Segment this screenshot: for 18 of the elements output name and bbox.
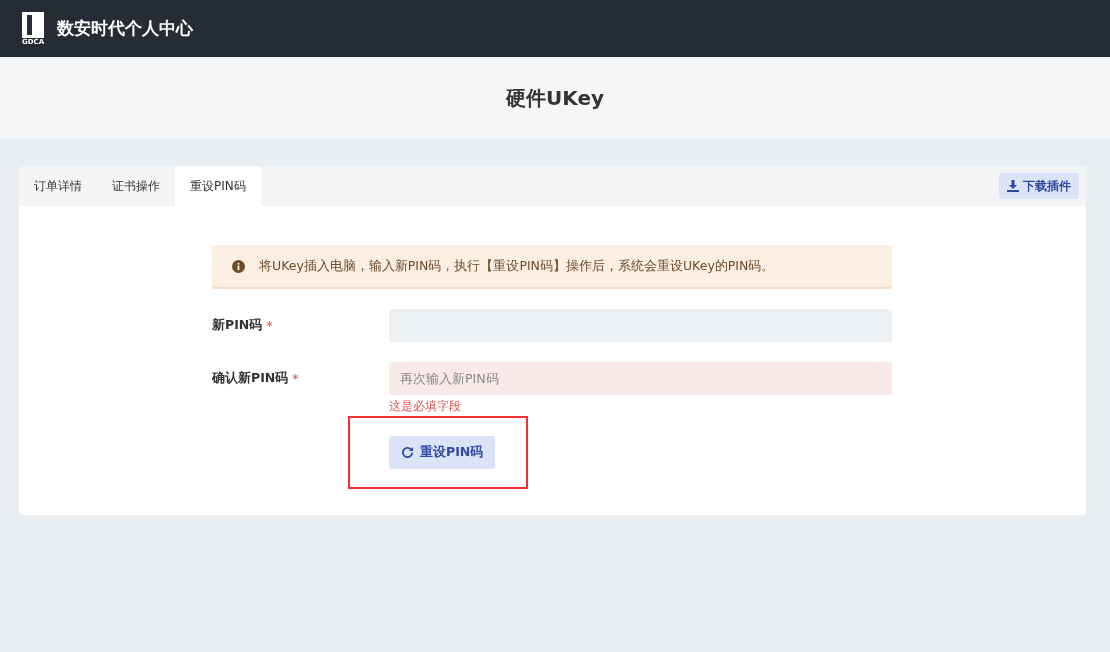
logo-icon [22,11,44,38]
info-icon [232,259,245,273]
required-mark: * [266,318,273,333]
reset-button[interactable]: 重设PIN码 [389,436,496,469]
error-message: 这是必填字段 [389,399,461,414]
download-icon [1007,180,1019,192]
field-label: 确认新PIN码 [212,370,289,387]
page-title: 硬件UKey [506,84,604,112]
site-title: 数安时代个人中心 [57,17,193,40]
tab[interactable]: 重设PIN码 [175,166,261,206]
refresh-icon [401,446,414,459]
tab[interactable]: 证书操作 [97,166,175,206]
tab[interactable]: 订单详情 [19,166,97,206]
alert-text: 将UKey插入电脑，输入新PIN码，执行【重设PIN码】操作后，系统会重设UKey的PIN码。 [259,257,775,275]
input-field[interactable]: 再次输入新PIN码 [389,362,892,395]
download-button[interactable]: 下载插件 [999,173,1079,199]
required-mark: * [292,371,299,386]
field-label: 新PIN码 [212,317,263,334]
